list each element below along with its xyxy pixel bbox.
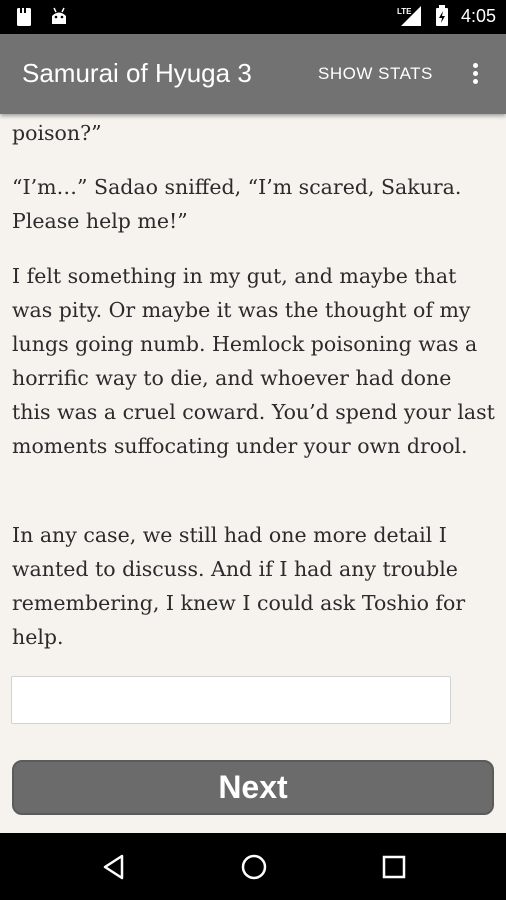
show-stats-button[interactable]: SHOW STATS (318, 64, 433, 84)
image-notification-icon (17, 8, 31, 26)
notification-icons (16, 7, 68, 27)
story-paragraph: “I’m…” Sadao sniffed, “I’m scared, Sakur… (12, 175, 462, 233)
app-bar: Samurai of Hyuga 3 SHOW STATS (0, 34, 506, 114)
navigation-bar (0, 833, 506, 900)
story-paragraph: I felt something in my gut, and maybe th… (12, 264, 495, 458)
system-status: LTE 4:05 (397, 5, 496, 27)
lte-signal-icon: LTE (397, 6, 421, 26)
recents-icon[interactable] (378, 851, 410, 883)
more-vert-icon[interactable] (465, 60, 485, 88)
network-type-label: LTE (397, 7, 412, 16)
story-paragraph: poison?” (12, 121, 102, 145)
story-paragraph: In any case, we still had one more detai… (12, 523, 466, 649)
story-text: poison?” “I’m…” Sadao sniffed, “I’m scar… (12, 114, 496, 834)
answer-input[interactable] (11, 676, 451, 724)
battery-icon (435, 5, 448, 26)
clock: 4:05 (460, 5, 496, 26)
android-notification-icon (52, 7, 66, 24)
app-title: Samurai of Hyuga 3 (22, 58, 252, 88)
status-bar: LTE 4:05 (0, 0, 506, 34)
back-icon[interactable] (98, 851, 130, 883)
home-icon[interactable] (238, 851, 270, 883)
next-button[interactable]: Next (12, 760, 494, 815)
